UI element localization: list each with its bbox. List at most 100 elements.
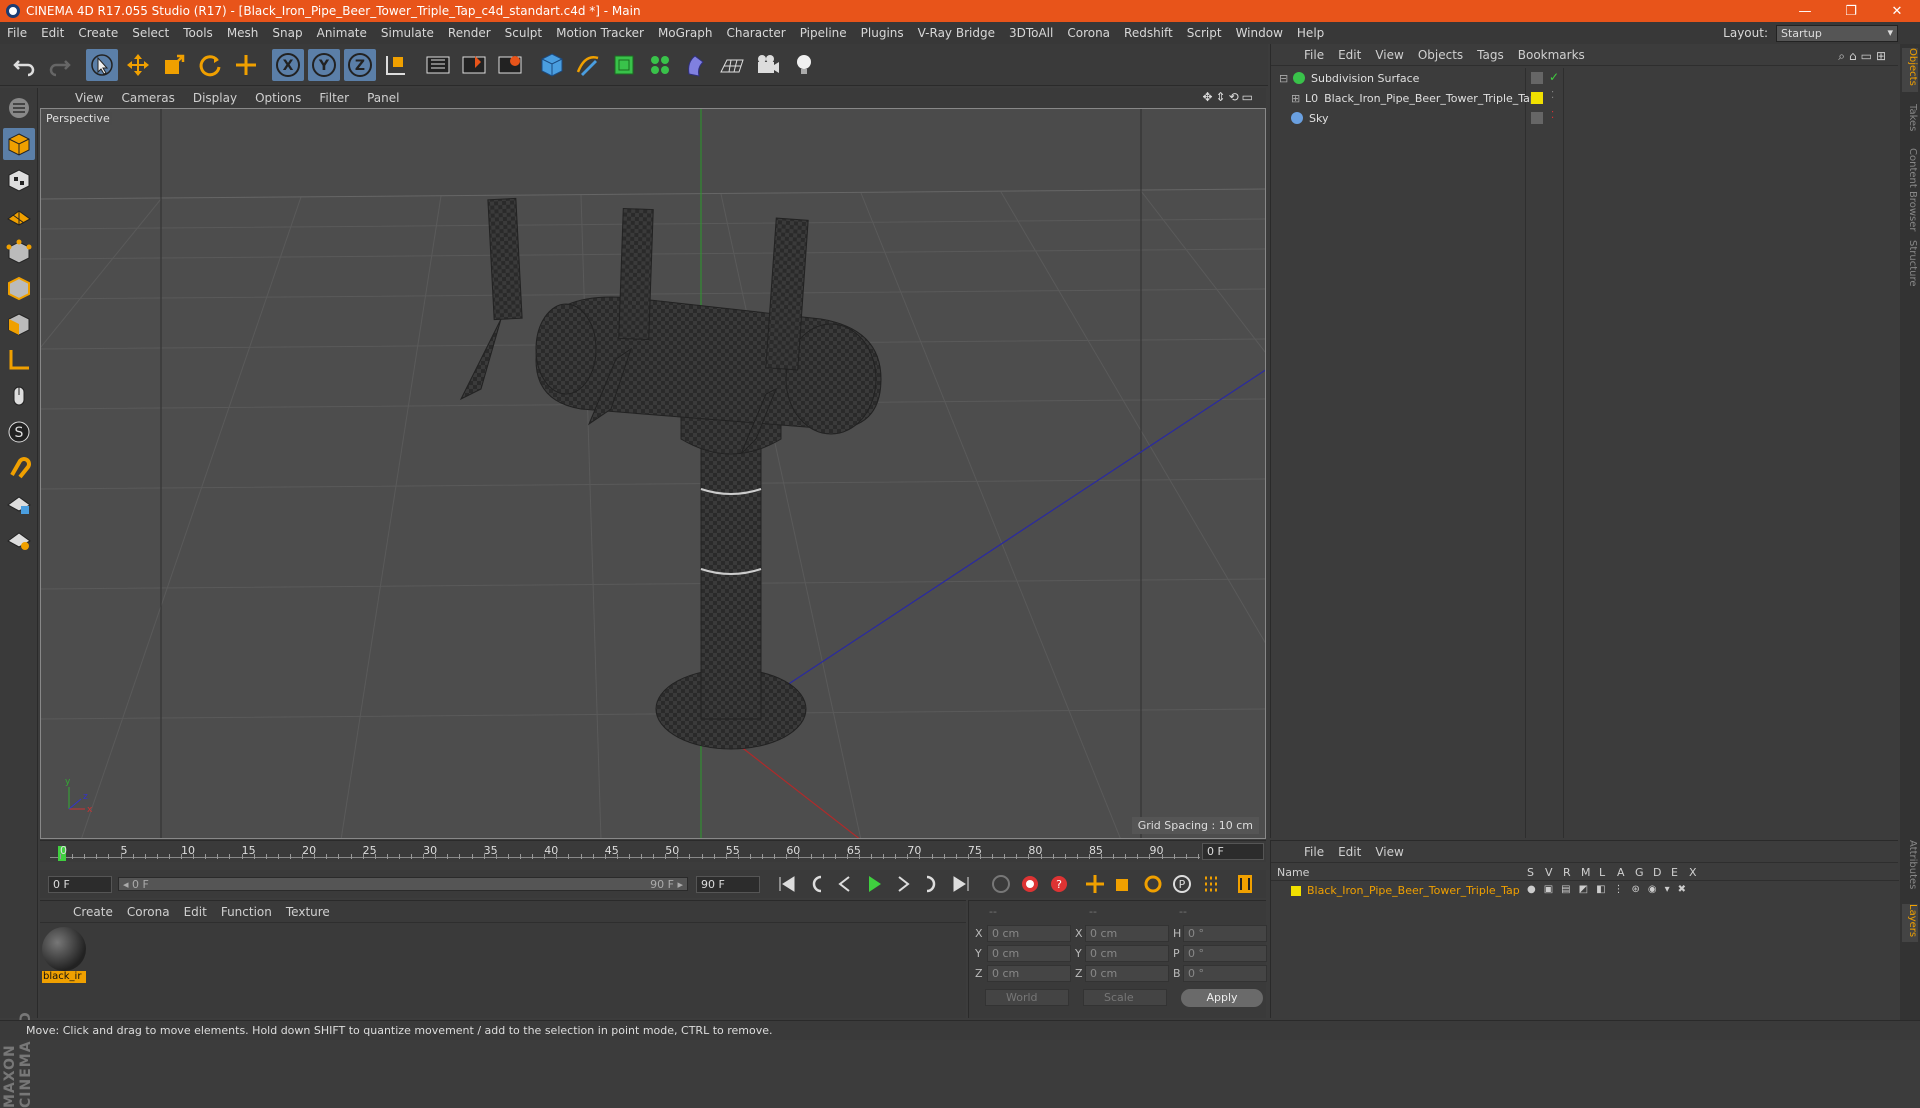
minimize-button[interactable]: — [1782, 0, 1828, 22]
objects-menu-edit[interactable]: Edit [1331, 48, 1368, 62]
timeline-window-icon[interactable] [1232, 872, 1258, 896]
undo-icon[interactable] [8, 49, 40, 81]
perspective-viewport[interactable]: Perspective y x z Grid Spacing: 10 cm [40, 108, 1266, 839]
visibility-dots-icon[interactable]: ⁚ [1551, 90, 1554, 101]
rotation-b-field[interactable]: 0 ° [1183, 965, 1267, 982]
menu-render[interactable]: Render [441, 26, 498, 40]
restore-button[interactable]: ❐ [1828, 0, 1874, 22]
menu-sculpt[interactable]: Sculpt [498, 26, 549, 40]
menu-pipeline[interactable]: Pipeline [793, 26, 854, 40]
planar-workplane-icon[interactable] [3, 524, 35, 556]
material-name[interactable]: black_ir [42, 971, 86, 983]
go-to-end-icon[interactable] [948, 872, 974, 896]
model-mode-icon[interactable] [3, 128, 35, 160]
subdivision-icon[interactable] [608, 49, 640, 81]
menu-create[interactable]: Create [71, 26, 125, 40]
objects-menu-tags[interactable]: Tags [1470, 48, 1511, 62]
render-view-icon[interactable] [422, 49, 454, 81]
menu-motion-tracker[interactable]: Motion Tracker [549, 26, 651, 40]
collapse-icon[interactable]: ⊟ [1279, 72, 1289, 85]
locked-workplane-icon[interactable] [3, 488, 35, 520]
menu-mesh[interactable]: Mesh [220, 26, 266, 40]
record-keys-disabled-icon[interactable] [988, 872, 1014, 896]
points-mode-icon[interactable] [3, 236, 35, 268]
coordinate-system-select[interactable]: World [985, 989, 1069, 1006]
layout-select[interactable]: Startup [1776, 25, 1898, 42]
position-y-field[interactable]: 0 cm [987, 945, 1071, 962]
layer-col-deformers[interactable]: D [1653, 866, 1661, 879]
tab-layers[interactable]: Layers [1902, 904, 1918, 942]
key-rotation-icon[interactable] [1140, 872, 1166, 896]
timeline-start-field[interactable]: 0 F [48, 875, 112, 893]
light-icon[interactable] [788, 49, 820, 81]
object-row-subdivision-surface[interactable]: ⊟ Subdivision Surface ✓ [1271, 68, 1899, 88]
menu-vray-bridge[interactable]: V-Ray Bridge [911, 26, 1002, 40]
viewport-navigation-icons[interactable]: ✥⇕⟲▭ [1202, 90, 1256, 104]
object-row-beer-tower[interactable]: ⊞ L0 Black_Iron_Pipe_Beer_Tower_Triple_T… [1271, 88, 1899, 108]
record-active-objects-icon[interactable] [1017, 872, 1043, 896]
scale-icon[interactable] [158, 49, 190, 81]
material-menu-edit[interactable]: Edit [177, 905, 214, 919]
workplane-mode-icon[interactable] [3, 200, 35, 232]
apply-button[interactable]: Apply [1181, 989, 1263, 1007]
rotation-p-field[interactable]: 0 ° [1183, 945, 1267, 962]
menu-file[interactable]: File [0, 26, 34, 40]
z-axis-icon[interactable]: Z [344, 48, 376, 81]
tab-structure[interactable]: Structure [1902, 240, 1918, 287]
viewport-menu-panel[interactable]: Panel [358, 91, 408, 105]
move-icon[interactable] [122, 49, 154, 81]
render-picture-viewer-icon[interactable] [458, 49, 490, 81]
close-button[interactable]: ✕ [1874, 0, 1920, 22]
tweak-mode-icon[interactable] [3, 380, 35, 412]
layer-col-xref[interactable]: X [1689, 866, 1697, 879]
previous-keyframe-icon[interactable] [803, 872, 829, 896]
menu-redshift[interactable]: Redshift [1117, 26, 1180, 40]
layer-col-name[interactable]: Name [1277, 866, 1309, 879]
menu-3dtoall[interactable]: 3DToAll [1002, 26, 1060, 40]
objects-menu-view[interactable]: View [1368, 48, 1410, 62]
edit-render-settings-icon[interactable] [494, 49, 526, 81]
key-parameter-icon[interactable]: P [1169, 872, 1195, 896]
previous-frame-icon[interactable] [832, 872, 858, 896]
layer-col-generators[interactable]: G [1635, 866, 1644, 879]
layer-tag-icon[interactable] [1531, 72, 1543, 84]
layer-col-render[interactable]: R [1563, 866, 1571, 879]
layer-tag-icon[interactable] [1531, 112, 1543, 124]
redo-icon[interactable] [44, 49, 76, 81]
cube-icon[interactable] [536, 49, 568, 81]
viewport-menu-display[interactable]: Display [184, 91, 246, 105]
menu-script[interactable]: Script [1180, 26, 1229, 40]
tab-attributes[interactable]: Attributes [1902, 840, 1918, 894]
viewport-menu-cameras[interactable]: Cameras [112, 91, 183, 105]
size-y-field[interactable]: 0 cm [1085, 945, 1169, 962]
layers-menu-edit[interactable]: Edit [1331, 845, 1368, 859]
tab-content-browser[interactable]: Content Browser [1902, 148, 1918, 231]
layer-col-solo[interactable]: S [1527, 866, 1534, 879]
key-position-icon[interactable] [1082, 872, 1108, 896]
material-swatch[interactable] [42, 927, 86, 971]
layer-color-swatch[interactable] [1531, 92, 1543, 104]
layer-col-animation[interactable]: A [1617, 866, 1625, 879]
position-x-field[interactable]: 0 cm [987, 925, 1071, 942]
create-object-icon[interactable] [230, 49, 262, 81]
layer-col-expressions[interactable]: E [1671, 866, 1678, 879]
key-point-level-icon[interactable] [1198, 872, 1224, 896]
menu-select[interactable]: Select [125, 26, 176, 40]
objects-menu-objects[interactable]: Objects [1411, 48, 1470, 62]
make-editable-icon[interactable] [3, 92, 35, 124]
rotate-icon[interactable] [194, 49, 226, 81]
layer-col-locked[interactable]: L [1599, 866, 1605, 879]
material-menu-create[interactable]: Create [66, 905, 120, 919]
menu-plugins[interactable]: Plugins [854, 26, 911, 40]
menu-corona[interactable]: Corona [1060, 26, 1117, 40]
timeline-end-field[interactable]: 90 F [696, 875, 760, 893]
size-x-field[interactable]: 0 cm [1085, 925, 1169, 942]
world-coordinates-icon[interactable] [380, 49, 412, 81]
y-axis-icon[interactable]: Y [308, 48, 340, 81]
camera-icon[interactable] [752, 49, 784, 81]
layer-name[interactable]: Black_Iron_Pipe_Beer_Tower_Triple_Tap [1307, 884, 1520, 897]
live-selection-icon[interactable] [86, 48, 118, 81]
menu-edit[interactable]: Edit [34, 26, 71, 40]
timeline-ruler[interactable]: 0 5 10 15 20 25 30 35 40 45 50 55 60 65 70 75 80 85 90 0 F [40, 840, 1266, 862]
solo-mode-icon[interactable]: S [3, 416, 35, 448]
